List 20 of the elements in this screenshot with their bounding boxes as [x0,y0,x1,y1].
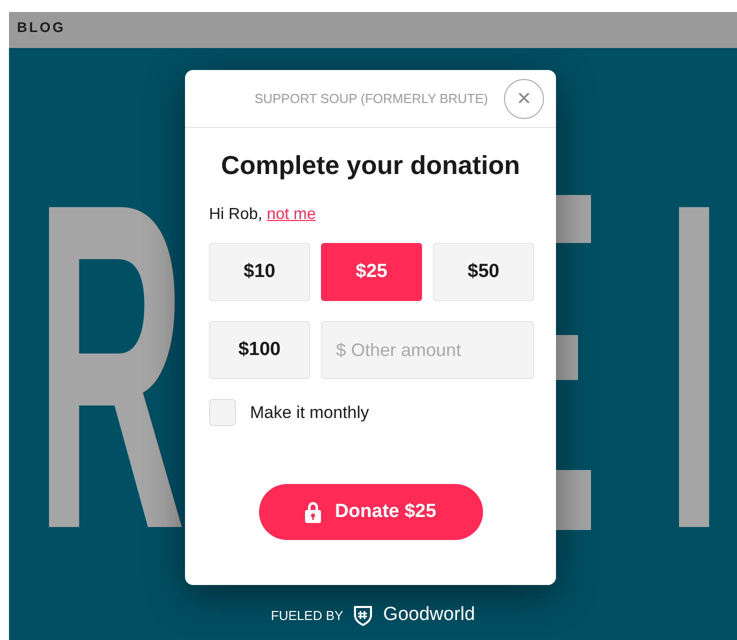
brand-name: Goodworld [383,603,476,627]
donate-button[interactable]: Donate $25 [258,484,482,540]
amount-option[interactable]: $10 [209,243,310,302]
lock-icon [304,501,321,524]
amount-option[interactable]: $100 [209,321,310,380]
organization-name: SUPPORT SOUP (FORMERLY BRUTE) [254,90,488,108]
checkbox[interactable] [209,399,236,426]
hero-letter: R [35,134,186,599]
hero-letter: I [665,134,724,599]
dialog-title: Complete your donation [220,150,521,182]
amount-option[interactable]: $50 [433,243,534,302]
amount-option[interactable]: $25 [321,243,422,302]
greeting-text: Hi Rob, not me [209,205,317,226]
shield-icon [353,604,374,626]
not-me-link[interactable]: not me [266,206,316,224]
checkbox-label: Make it monthly [250,402,370,424]
close-button[interactable]: × [504,78,544,118]
fueled-by-text: FUELED BY [270,606,344,624]
other-amount-field[interactable]: $ Other amount [321,321,534,380]
blog-nav-link[interactable]: BLOG [17,19,66,35]
